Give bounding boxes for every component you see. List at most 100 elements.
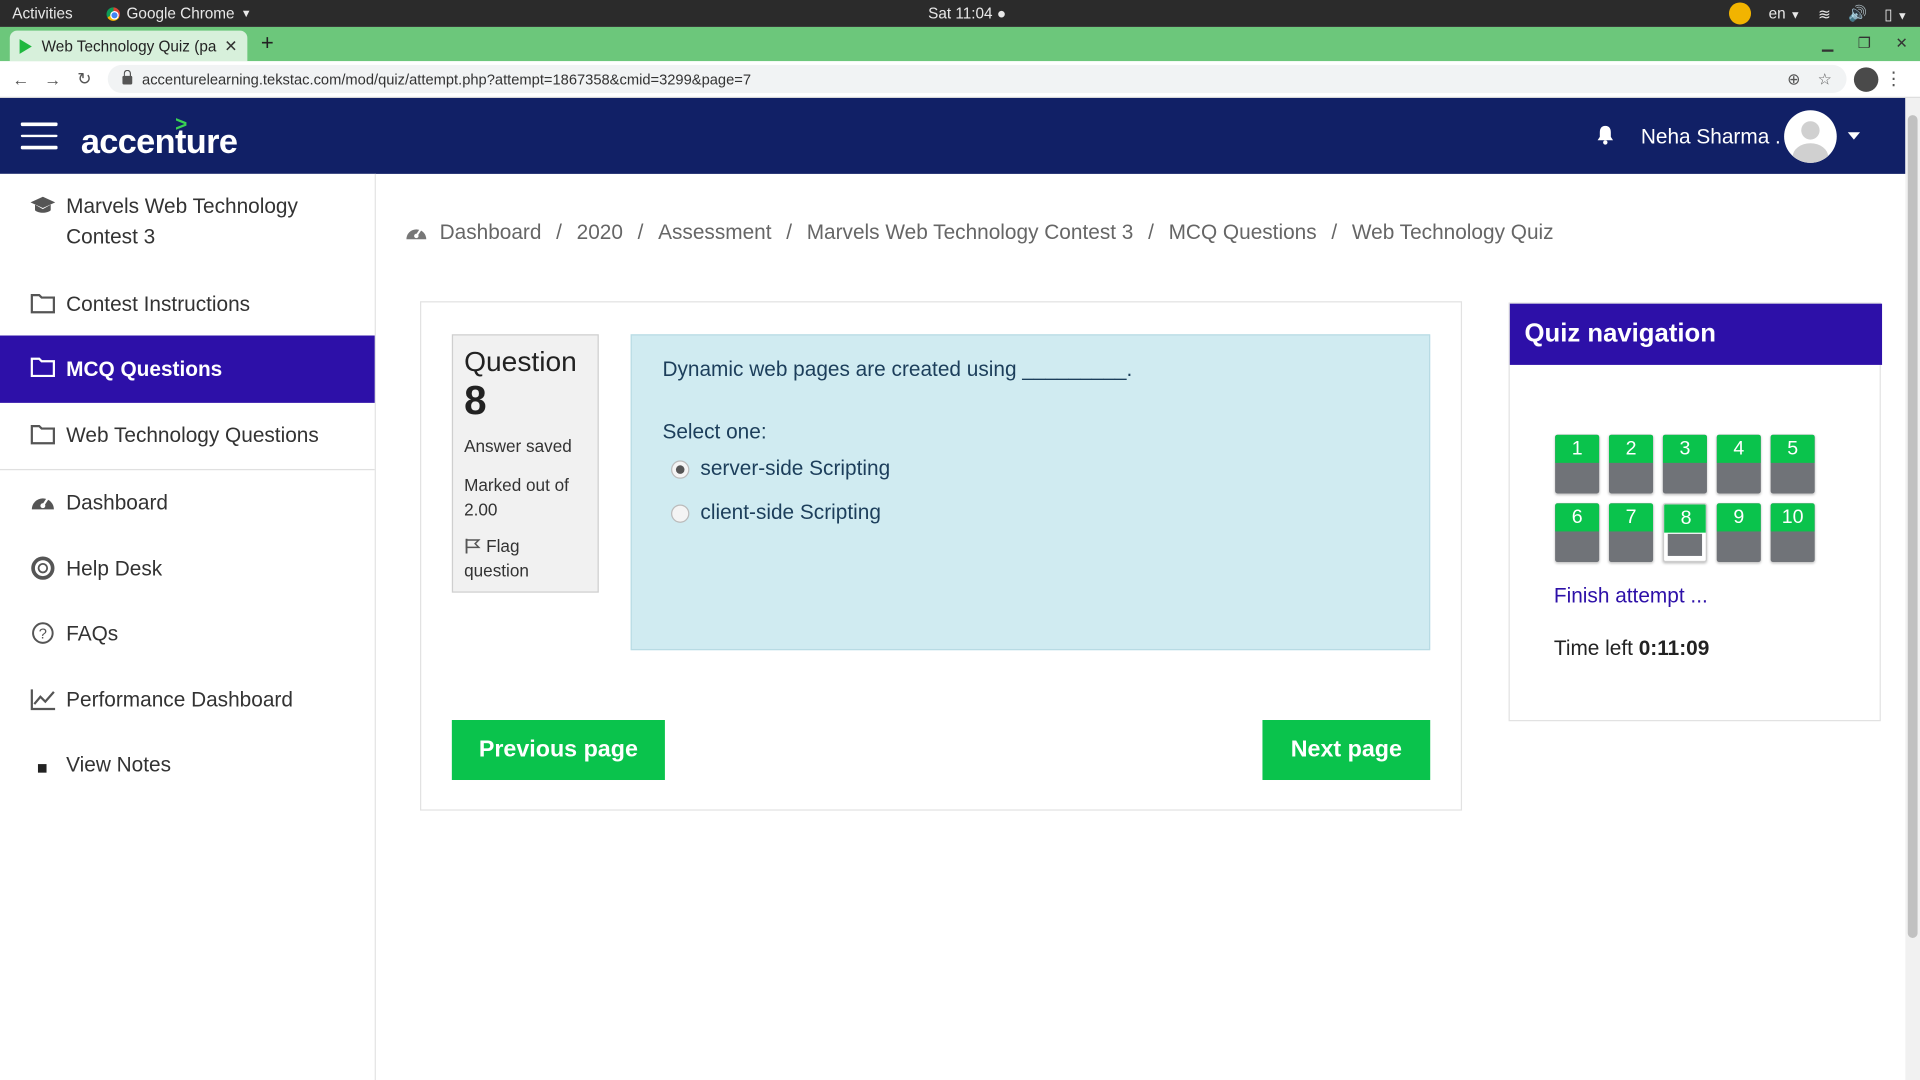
answer-option-label: client-side Scripting bbox=[700, 500, 881, 525]
breadcrumb-dashboard[interactable]: Dashboard bbox=[440, 220, 542, 244]
os-top-bar: Activities Google Chrome ▼ Sat 11:04 ● e… bbox=[0, 0, 1920, 27]
svg-text:?: ? bbox=[39, 627, 47, 643]
quiz-nav-question-button[interactable]: 5 bbox=[1770, 434, 1815, 494]
new-tab-button[interactable]: + bbox=[261, 31, 274, 57]
time-left: Time left 0:11:09 bbox=[1553, 636, 1710, 661]
hamburger-menu-icon[interactable] bbox=[20, 122, 58, 157]
question-circle-icon: ? bbox=[32, 622, 54, 644]
answer-option[interactable]: client-side Scripting bbox=[671, 501, 881, 525]
back-icon[interactable]: ← bbox=[5, 69, 37, 89]
quiz-nav-question-number: 3 bbox=[1662, 434, 1707, 463]
forward-icon[interactable]: → bbox=[37, 69, 69, 89]
sidebar-item-label: Performance Dashboard bbox=[66, 688, 293, 712]
sidebar-item-label: Web Technology Questions bbox=[66, 423, 319, 447]
quiz-nav-current-marker bbox=[1667, 533, 1703, 556]
quiz-nav-question-button[interactable]: 6 bbox=[1555, 503, 1600, 563]
sidebar-item-label: Help Desk bbox=[66, 557, 163, 581]
square-bullet-icon bbox=[37, 764, 47, 773]
sidebar-divider bbox=[0, 468, 375, 471]
quiz-nav-question-button[interactable]: 9 bbox=[1716, 503, 1761, 563]
answer-option[interactable]: server-side Scripting bbox=[671, 457, 890, 481]
app-menu[interactable]: Google Chrome ▼ bbox=[106, 4, 252, 23]
lock-icon bbox=[122, 69, 133, 85]
battery-icon[interactable]: ▯ ▼ bbox=[1884, 4, 1908, 23]
quiz-nav-question-button[interactable]: 1 bbox=[1555, 434, 1600, 494]
question-info-panel: Question 8 Answer saved Marked out of 2.0… bbox=[451, 334, 599, 593]
window-controls: ▁ ❐ ✕ bbox=[1822, 34, 1908, 51]
bookmark-star-icon[interactable]: ☆ bbox=[1818, 69, 1832, 89]
quiz-nav-question-button[interactable]: 4 bbox=[1716, 434, 1761, 494]
breadcrumb-separator: / bbox=[637, 220, 644, 244]
minimize-icon[interactable]: ▁ bbox=[1822, 34, 1833, 51]
select-one-label: Select one: bbox=[662, 420, 767, 444]
sidebar-item-faqs[interactable]: ? FAQs bbox=[0, 618, 375, 649]
flag-icon bbox=[465, 538, 481, 554]
quiz-nav-question-button[interactable]: 2 bbox=[1608, 434, 1654, 494]
close-window-icon[interactable]: ✕ bbox=[1895, 34, 1907, 51]
profile-avatar-icon[interactable] bbox=[1853, 67, 1879, 92]
quiz-nav-question-button[interactable]: 10 bbox=[1770, 503, 1815, 563]
flag-question-button[interactable]: Flag question bbox=[464, 534, 586, 583]
sidebar-item-mcq-questions[interactable]: MCQ Questions bbox=[0, 335, 375, 403]
previous-page-button[interactable]: Previous page bbox=[451, 720, 665, 781]
radio-button-selected[interactable] bbox=[671, 459, 690, 479]
sidebar-item-help-desk[interactable]: Help Desk bbox=[0, 553, 375, 584]
scrollbar-thumb[interactable] bbox=[1907, 115, 1918, 938]
breadcrumb-contest[interactable]: Marvels Web Technology Contest 3 bbox=[807, 220, 1134, 244]
folder-icon bbox=[30, 357, 55, 378]
user-menu-caret-icon[interactable] bbox=[1847, 132, 1861, 140]
question-state: Answer saved bbox=[464, 435, 572, 456]
zoom-icon[interactable]: ⊕ bbox=[1787, 69, 1800, 89]
address-bar: ← → ↻ accenturelearning.tekstac.com/mod/… bbox=[0, 61, 1920, 98]
sidebar-item-performance-dashboard[interactable]: Performance Dashboard bbox=[0, 684, 375, 715]
screen: Activities Google Chrome ▼ Sat 11:04 ● e… bbox=[0, 0, 1920, 1080]
quiz-nav-question-number: 7 bbox=[1608, 503, 1654, 532]
site-header: > accenture Neha Sharma . bbox=[0, 97, 1906, 174]
page-scrollbar[interactable] bbox=[1905, 97, 1920, 1080]
notification-bell-icon[interactable] bbox=[1594, 124, 1616, 146]
sidebar-item-dashboard[interactable]: Dashboard bbox=[0, 487, 375, 518]
radio-button[interactable] bbox=[671, 503, 690, 523]
sidebar-item-label: Contest Instructions bbox=[66, 292, 251, 316]
question-content: Dynamic web pages are created using ____… bbox=[630, 334, 1431, 651]
activities-button[interactable]: Activities bbox=[12, 5, 72, 22]
quiz-nav-question-number: 4 bbox=[1716, 434, 1761, 463]
breadcrumb-2020[interactable]: 2020 bbox=[577, 220, 623, 244]
user-avatar[interactable] bbox=[1784, 110, 1837, 163]
language-indicator[interactable]: en ▼ bbox=[1769, 5, 1801, 22]
url-text: accenturelearning.tekstac.com/mod/quiz/a… bbox=[142, 70, 752, 88]
next-page-button[interactable]: Next page bbox=[1262, 720, 1431, 781]
quiz-nav-question-button[interactable]: 3 bbox=[1662, 434, 1707, 494]
wifi-icon[interactable]: ≋ bbox=[1818, 4, 1831, 23]
sidebar-item-web-technology-questions[interactable]: Web Technology Questions bbox=[0, 420, 375, 451]
restore-icon[interactable]: ❐ bbox=[1858, 34, 1871, 51]
close-tab-icon[interactable]: ✕ bbox=[224, 36, 237, 56]
sidebar-item-label: FAQs bbox=[66, 622, 119, 646]
app-name: Google Chrome bbox=[126, 4, 235, 23]
tab-title: Web Technology Quiz (pa bbox=[41, 37, 217, 55]
browser-menu-icon[interactable]: ⋮ bbox=[1885, 67, 1903, 90]
breadcrumb-quiz[interactable]: Web Technology Quiz bbox=[1352, 220, 1554, 244]
user-name[interactable]: Neha Sharma . bbox=[1641, 125, 1781, 149]
sidebar-item-contest-instructions[interactable]: Contest Instructions bbox=[0, 289, 375, 320]
question-number: 8 bbox=[464, 377, 487, 423]
sidebar: Marvels Web Technology Contest 3 Contest … bbox=[0, 173, 376, 1080]
graduation-cap-icon bbox=[30, 196, 56, 213]
breadcrumb-assessment[interactable]: Assessment bbox=[658, 220, 771, 244]
breadcrumb-separator: / bbox=[556, 220, 562, 244]
breadcrumb-separator: / bbox=[786, 220, 793, 244]
sidebar-item-course[interactable]: Marvels Web Technology Contest 3 bbox=[0, 191, 375, 260]
reload-icon[interactable]: ↻ bbox=[69, 69, 101, 90]
quiz-nav-question-button[interactable]: 8 bbox=[1662, 503, 1707, 563]
question-marks: Marked out of 2.00 bbox=[464, 475, 569, 520]
breadcrumb-mcq-questions[interactable]: MCQ Questions bbox=[1169, 220, 1317, 244]
finish-attempt-link[interactable]: Finish attempt ... bbox=[1554, 584, 1708, 608]
volume-icon[interactable]: 🔊 bbox=[1848, 4, 1867, 22]
sidebar-item-view-notes[interactable]: View Notes bbox=[0, 749, 375, 780]
brand-logo[interactable]: accenture bbox=[81, 122, 238, 161]
quiz-nav-question-button[interactable]: 7 bbox=[1608, 503, 1654, 563]
clock[interactable]: Sat 11:04 ● bbox=[928, 5, 1006, 22]
url-input[interactable]: accenturelearning.tekstac.com/mod/quiz/a… bbox=[107, 64, 1847, 94]
browser-tab[interactable]: Web Technology Quiz (pa ✕ bbox=[9, 30, 248, 62]
quiz-nav-question-number: 9 bbox=[1716, 503, 1761, 532]
